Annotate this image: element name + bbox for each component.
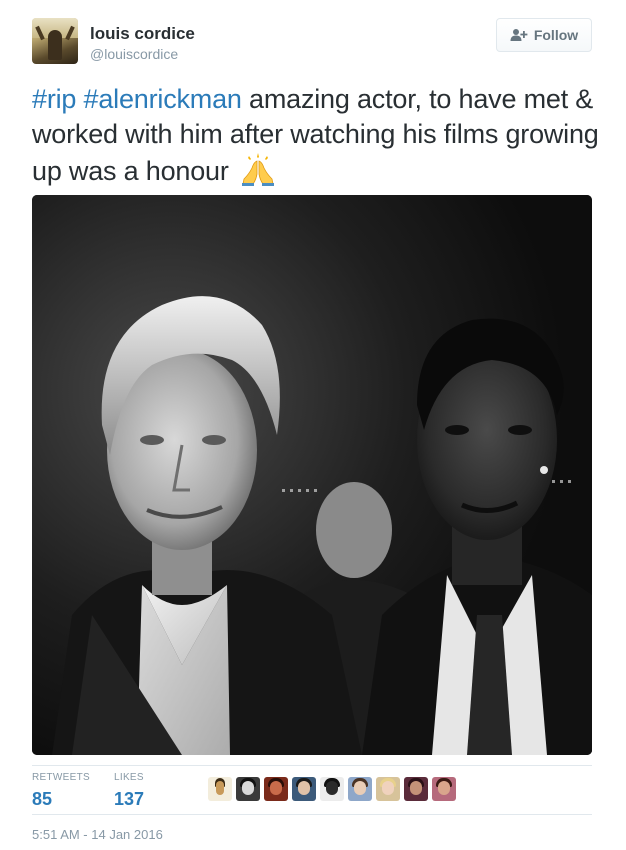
likes-label: LIKES bbox=[114, 772, 144, 783]
tweet-text: #rip #alenrickman amazing actor, to have… bbox=[32, 82, 602, 195]
hashtag-rip[interactable]: #rip bbox=[32, 84, 76, 114]
liker-avatar[interactable] bbox=[404, 777, 428, 801]
add-user-icon bbox=[510, 28, 528, 42]
hashtag-alenrickman[interactable]: #alenrickman bbox=[84, 84, 242, 114]
tweet-text-space bbox=[76, 84, 83, 114]
likes-count: 137 bbox=[114, 789, 145, 809]
author-display-name[interactable]: louis cordice bbox=[90, 24, 195, 44]
retweets-count: 85 bbox=[32, 789, 53, 809]
follow-button[interactable]: Follow bbox=[496, 18, 592, 52]
stats-divider-bottom bbox=[32, 814, 592, 815]
liker-avatar[interactable] bbox=[432, 777, 456, 801]
liker-avatars bbox=[208, 776, 456, 802]
liker-avatar[interactable] bbox=[376, 777, 400, 801]
author-avatar[interactable] bbox=[32, 18, 78, 64]
tweet-photo[interactable] bbox=[32, 195, 592, 755]
likes-stat[interactable]: LIKES 137 bbox=[114, 772, 144, 810]
liker-avatar[interactable] bbox=[264, 777, 288, 801]
stats-divider-top bbox=[32, 765, 592, 766]
liker-avatar[interactable] bbox=[208, 777, 232, 801]
tweet-header: louis cordice @louiscordice Follow bbox=[32, 16, 592, 72]
author-screen-name[interactable]: @louiscordice bbox=[90, 46, 178, 62]
liker-avatar[interactable] bbox=[320, 777, 344, 801]
liker-avatar[interactable] bbox=[348, 777, 372, 801]
retweets-label: RETWEETS bbox=[32, 772, 90, 783]
follow-button-label: Follow bbox=[533, 27, 579, 43]
liker-avatar[interactable] bbox=[236, 777, 260, 801]
retweets-stat[interactable]: RETWEETS 85 bbox=[32, 772, 90, 810]
tweet-timestamp[interactable]: 5:51 AM - 14 Jan 2016 bbox=[32, 827, 163, 842]
liker-avatar[interactable] bbox=[292, 777, 316, 801]
folded-hands-emoji-icon bbox=[240, 152, 276, 195]
